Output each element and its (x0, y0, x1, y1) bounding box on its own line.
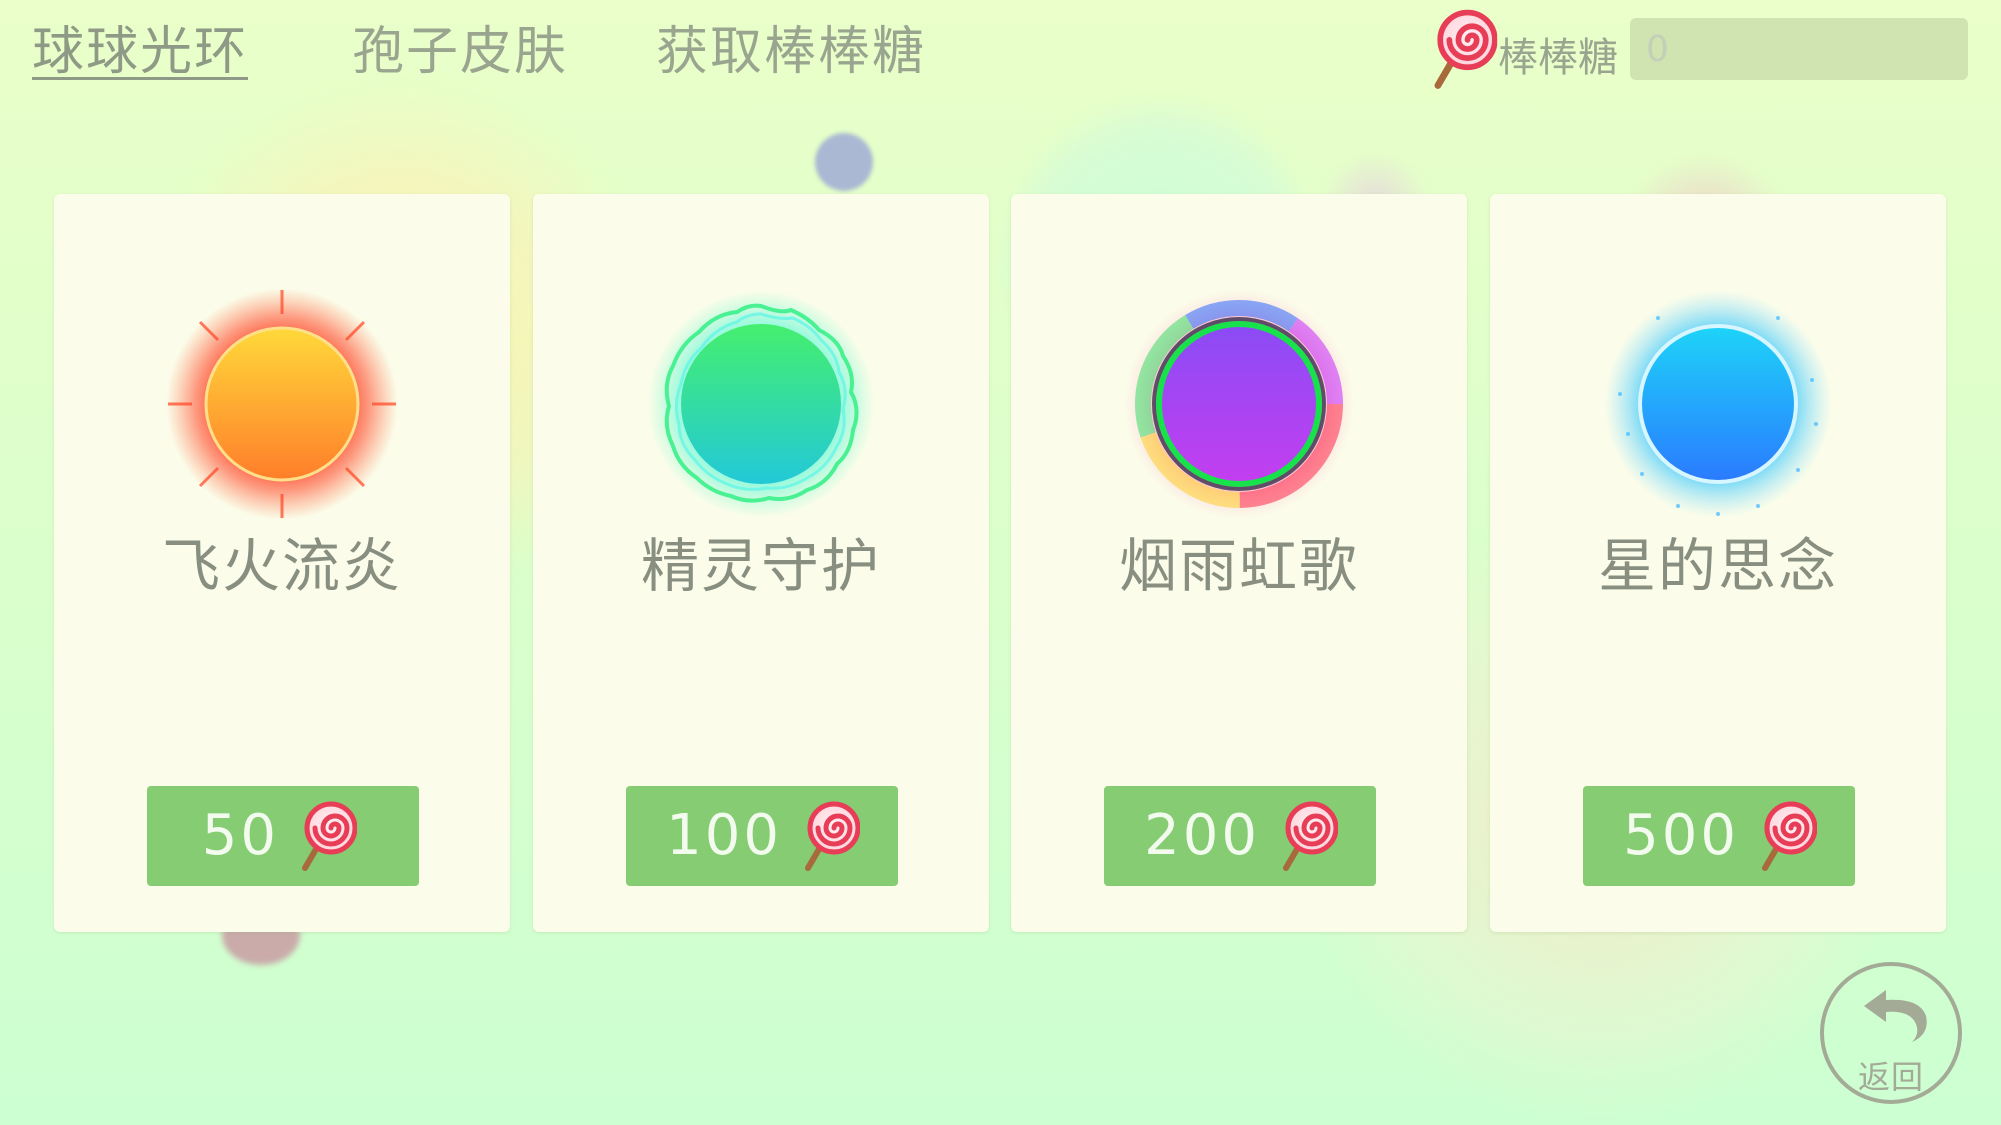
buy-button[interactable]: 500 (1583, 786, 1855, 886)
buy-button[interactable]: 50 (147, 786, 419, 886)
lollipop-counter-label: 棒棒糖 (1498, 35, 1618, 81)
buy-button[interactable]: 200 (1104, 786, 1376, 886)
halo-card-star: 星的思念 500 (1490, 194, 1946, 932)
lollipop-icon (1757, 800, 1817, 872)
fire-halo-icon (166, 288, 398, 520)
tab-ball-halo[interactable]: 球球光环 (32, 14, 248, 90)
buy-button[interactable]: 100 (626, 786, 898, 886)
lollipop-icon (1428, 8, 1498, 90)
halo-card-spirit: 精灵守护 100 (533, 194, 989, 932)
lollipop-count-field (1630, 18, 1968, 80)
spirit-halo-icon (647, 290, 875, 518)
lollipop-icon (800, 800, 860, 872)
tab-get-lollipops[interactable]: 获取棒棒糖 (656, 14, 926, 90)
lollipop-icon (297, 800, 357, 872)
halo-name: 烟雨虹歌 (1118, 532, 1359, 600)
price-label: 100 (666, 803, 782, 868)
halo-card-rainbow: 烟雨虹歌 200 (1011, 194, 1467, 932)
halo-name: 星的思念 (1597, 532, 1838, 600)
background-bubble (815, 133, 873, 191)
return-arrow-icon (1864, 990, 1927, 1042)
star-halo-icon (1604, 290, 1832, 518)
lollipop-icon (1278, 800, 1338, 872)
price-label: 200 (1144, 803, 1260, 868)
halo-name: 精灵守护 (640, 532, 881, 600)
halo-name: 飞火流炎 (161, 532, 402, 600)
price-label: 500 (1623, 803, 1739, 868)
price-label: 50 (201, 803, 279, 868)
tab-spore-skin[interactable]: 孢子皮肤 (352, 14, 568, 90)
return-button[interactable]: 返回 (1820, 962, 1962, 1104)
rainbow-halo-icon (1123, 288, 1355, 520)
halo-card-fire: 飞火流炎 50 (54, 194, 510, 932)
lollipop-counter: 棒棒糖 (1428, 8, 1973, 90)
return-label: 返回 (1857, 1058, 1924, 1096)
